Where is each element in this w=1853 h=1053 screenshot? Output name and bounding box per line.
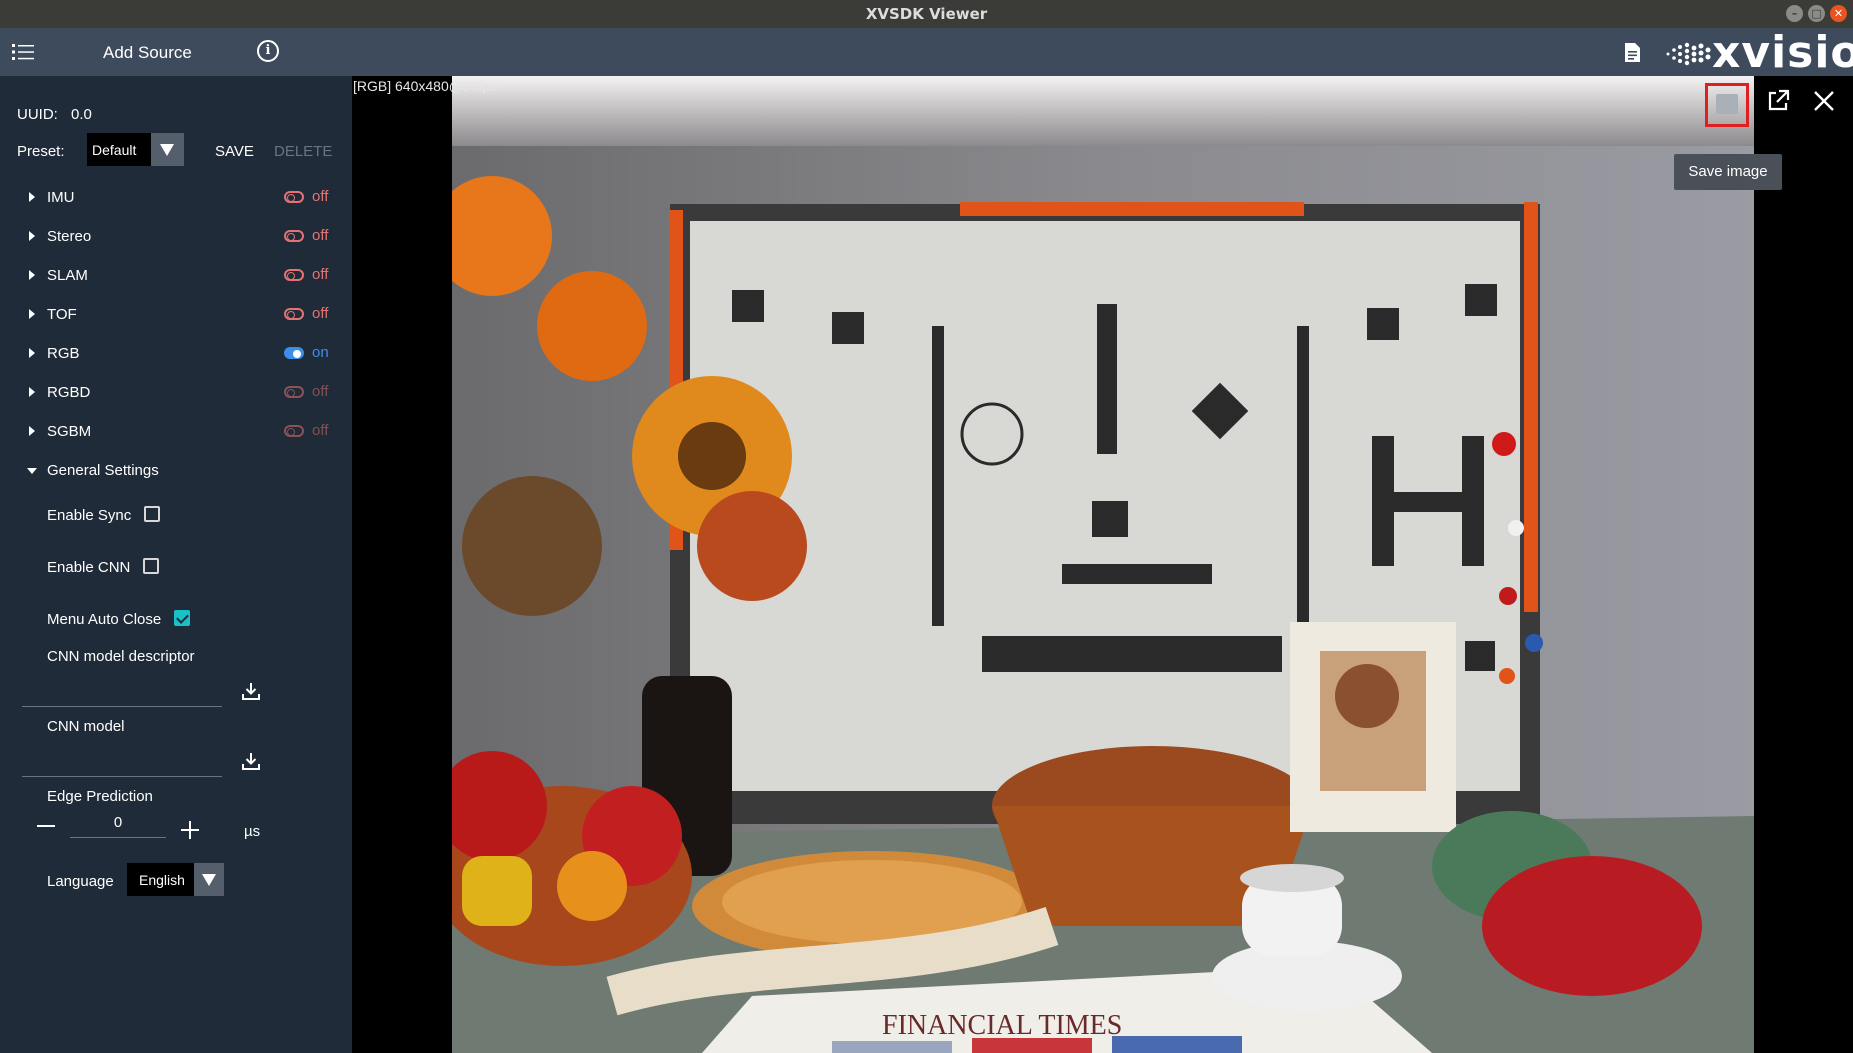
enable-cnn-label: Enable CNN	[47, 559, 131, 576]
add-source-button[interactable]: Add Source	[103, 43, 192, 63]
chevron-right-icon	[29, 387, 35, 397]
window-close-button[interactable]: ✕	[1830, 5, 1847, 22]
section-rgbd[interactable]: RGBD off	[0, 379, 352, 409]
section-label: RGB	[47, 345, 80, 362]
window-titlebar: XVSDK Viewer – □ ✕	[0, 0, 1853, 28]
minimize-button[interactable]: –	[1786, 5, 1803, 22]
stereo-toggle[interactable]	[284, 230, 304, 242]
menu-icon[interactable]	[12, 42, 36, 62]
section-rgb[interactable]: RGB on	[0, 340, 352, 370]
close-icon[interactable]	[1811, 88, 1837, 114]
section-slam[interactable]: SLAM off	[0, 262, 352, 292]
cnn-model-label: CNN model	[47, 718, 125, 735]
tof-toggle[interactable]	[284, 308, 304, 320]
language-dropdown-button[interactable]	[194, 863, 224, 896]
enable-cnn-checkbox[interactable]	[143, 558, 159, 574]
document-icon[interactable]	[1624, 42, 1641, 63]
enable-sync-label: Enable Sync	[47, 507, 132, 524]
cnn-model-field[interactable]	[22, 776, 222, 777]
viewer-side-strip	[1754, 76, 1853, 1053]
newspaper-headline: FINANCIAL TIMES	[882, 1010, 1122, 1041]
triangle-down-icon	[160, 144, 174, 156]
section-tof[interactable]: TOF off	[0, 301, 352, 331]
open-external-icon[interactable]	[1763, 86, 1793, 116]
save-preset-button[interactable]: SAVE	[215, 143, 254, 160]
section-sgbm[interactable]: SGBM off	[0, 418, 352, 448]
language-select[interactable]: English	[127, 863, 224, 896]
language-value: English	[139, 872, 185, 888]
edge-prediction-input[interactable]: 0	[70, 808, 166, 838]
save-image-icon	[1716, 94, 1738, 114]
camera-frame-image: FINANCIAL TIMES	[452, 76, 1754, 1053]
window-title: XVSDK Viewer	[865, 5, 988, 23]
preset-label: Preset:	[17, 143, 65, 160]
section-label: IMU	[47, 189, 75, 206]
enable-sync-checkbox[interactable]	[144, 506, 160, 522]
cnn-model-descriptor-label: CNN model descriptor	[47, 648, 195, 665]
chevron-right-icon	[29, 270, 35, 280]
slam-toggle[interactable]	[284, 269, 304, 281]
settings-sidebar: UUID: 0.0 Preset: Default SAVE DELETE IM…	[0, 76, 352, 1053]
maximize-button[interactable]: □	[1808, 5, 1825, 22]
slam-state: off	[312, 266, 329, 283]
chevron-down-icon	[27, 468, 37, 474]
info-icon[interactable]: i	[257, 40, 279, 62]
plus-icon	[189, 821, 191, 839]
top-toolbar: Add Source i xvisio	[0, 28, 1853, 76]
logo-text: xvisio	[1712, 27, 1853, 78]
rgbd-toggle[interactable]	[284, 386, 304, 398]
rgb-toggle[interactable]	[284, 347, 304, 359]
chevron-right-icon	[29, 426, 35, 436]
preset-dropdown-button[interactable]	[151, 133, 184, 166]
uuid-label: UUID:	[17, 106, 58, 123]
triangle-down-icon	[202, 874, 216, 886]
logo-dots-icon	[1666, 42, 1711, 66]
menu-auto-close-checkbox[interactable]	[174, 610, 190, 626]
language-label: Language	[47, 873, 114, 890]
download-icon[interactable]	[241, 681, 261, 701]
section-label: General Settings	[47, 462, 159, 479]
sgbm-state: off	[312, 422, 329, 439]
imu-toggle[interactable]	[284, 191, 304, 203]
save-image-tooltip: Save image	[1674, 154, 1782, 190]
tof-state: off	[312, 305, 329, 322]
edge-prediction-label: Edge Prediction	[47, 788, 153, 805]
window-controls: – □ ✕	[1786, 5, 1847, 22]
stereo-state: off	[312, 227, 329, 244]
sgbm-toggle[interactable]	[284, 425, 304, 437]
decrement-button[interactable]	[37, 825, 55, 827]
chevron-right-icon	[29, 192, 35, 202]
section-label: SLAM	[47, 267, 88, 284]
stream-label: [RGB] 640x480@30fps	[353, 78, 498, 94]
save-image-button[interactable]	[1705, 83, 1749, 127]
section-label: Stereo	[47, 228, 92, 245]
delete-preset-button[interactable]: DELETE	[274, 143, 332, 160]
chevron-right-icon	[29, 231, 35, 241]
rgbd-state: off	[312, 383, 329, 400]
uuid-value: 0.0	[71, 106, 92, 123]
rgb-state: on	[312, 344, 329, 361]
edge-prediction-unit: µs	[244, 823, 261, 840]
section-stereo[interactable]: Stereo off	[0, 223, 352, 253]
xvisio-logo: xvisio	[1662, 27, 1853, 78]
cnn-model-descriptor-field[interactable]	[22, 706, 222, 707]
section-label: TOF	[47, 306, 77, 323]
chevron-right-icon	[29, 309, 35, 319]
section-imu[interactable]: IMU off	[0, 184, 352, 214]
preset-select[interactable]: Default	[87, 133, 184, 166]
section-general-settings[interactable]: General Settings	[0, 457, 352, 487]
section-label: SGBM	[47, 423, 92, 440]
menu-auto-close-label: Menu Auto Close	[47, 611, 162, 628]
preset-value: Default	[92, 142, 137, 158]
chevron-right-icon	[29, 348, 35, 358]
section-label: RGBD	[47, 384, 91, 401]
imu-state: off	[312, 188, 329, 205]
download-icon[interactable]	[241, 751, 261, 771]
